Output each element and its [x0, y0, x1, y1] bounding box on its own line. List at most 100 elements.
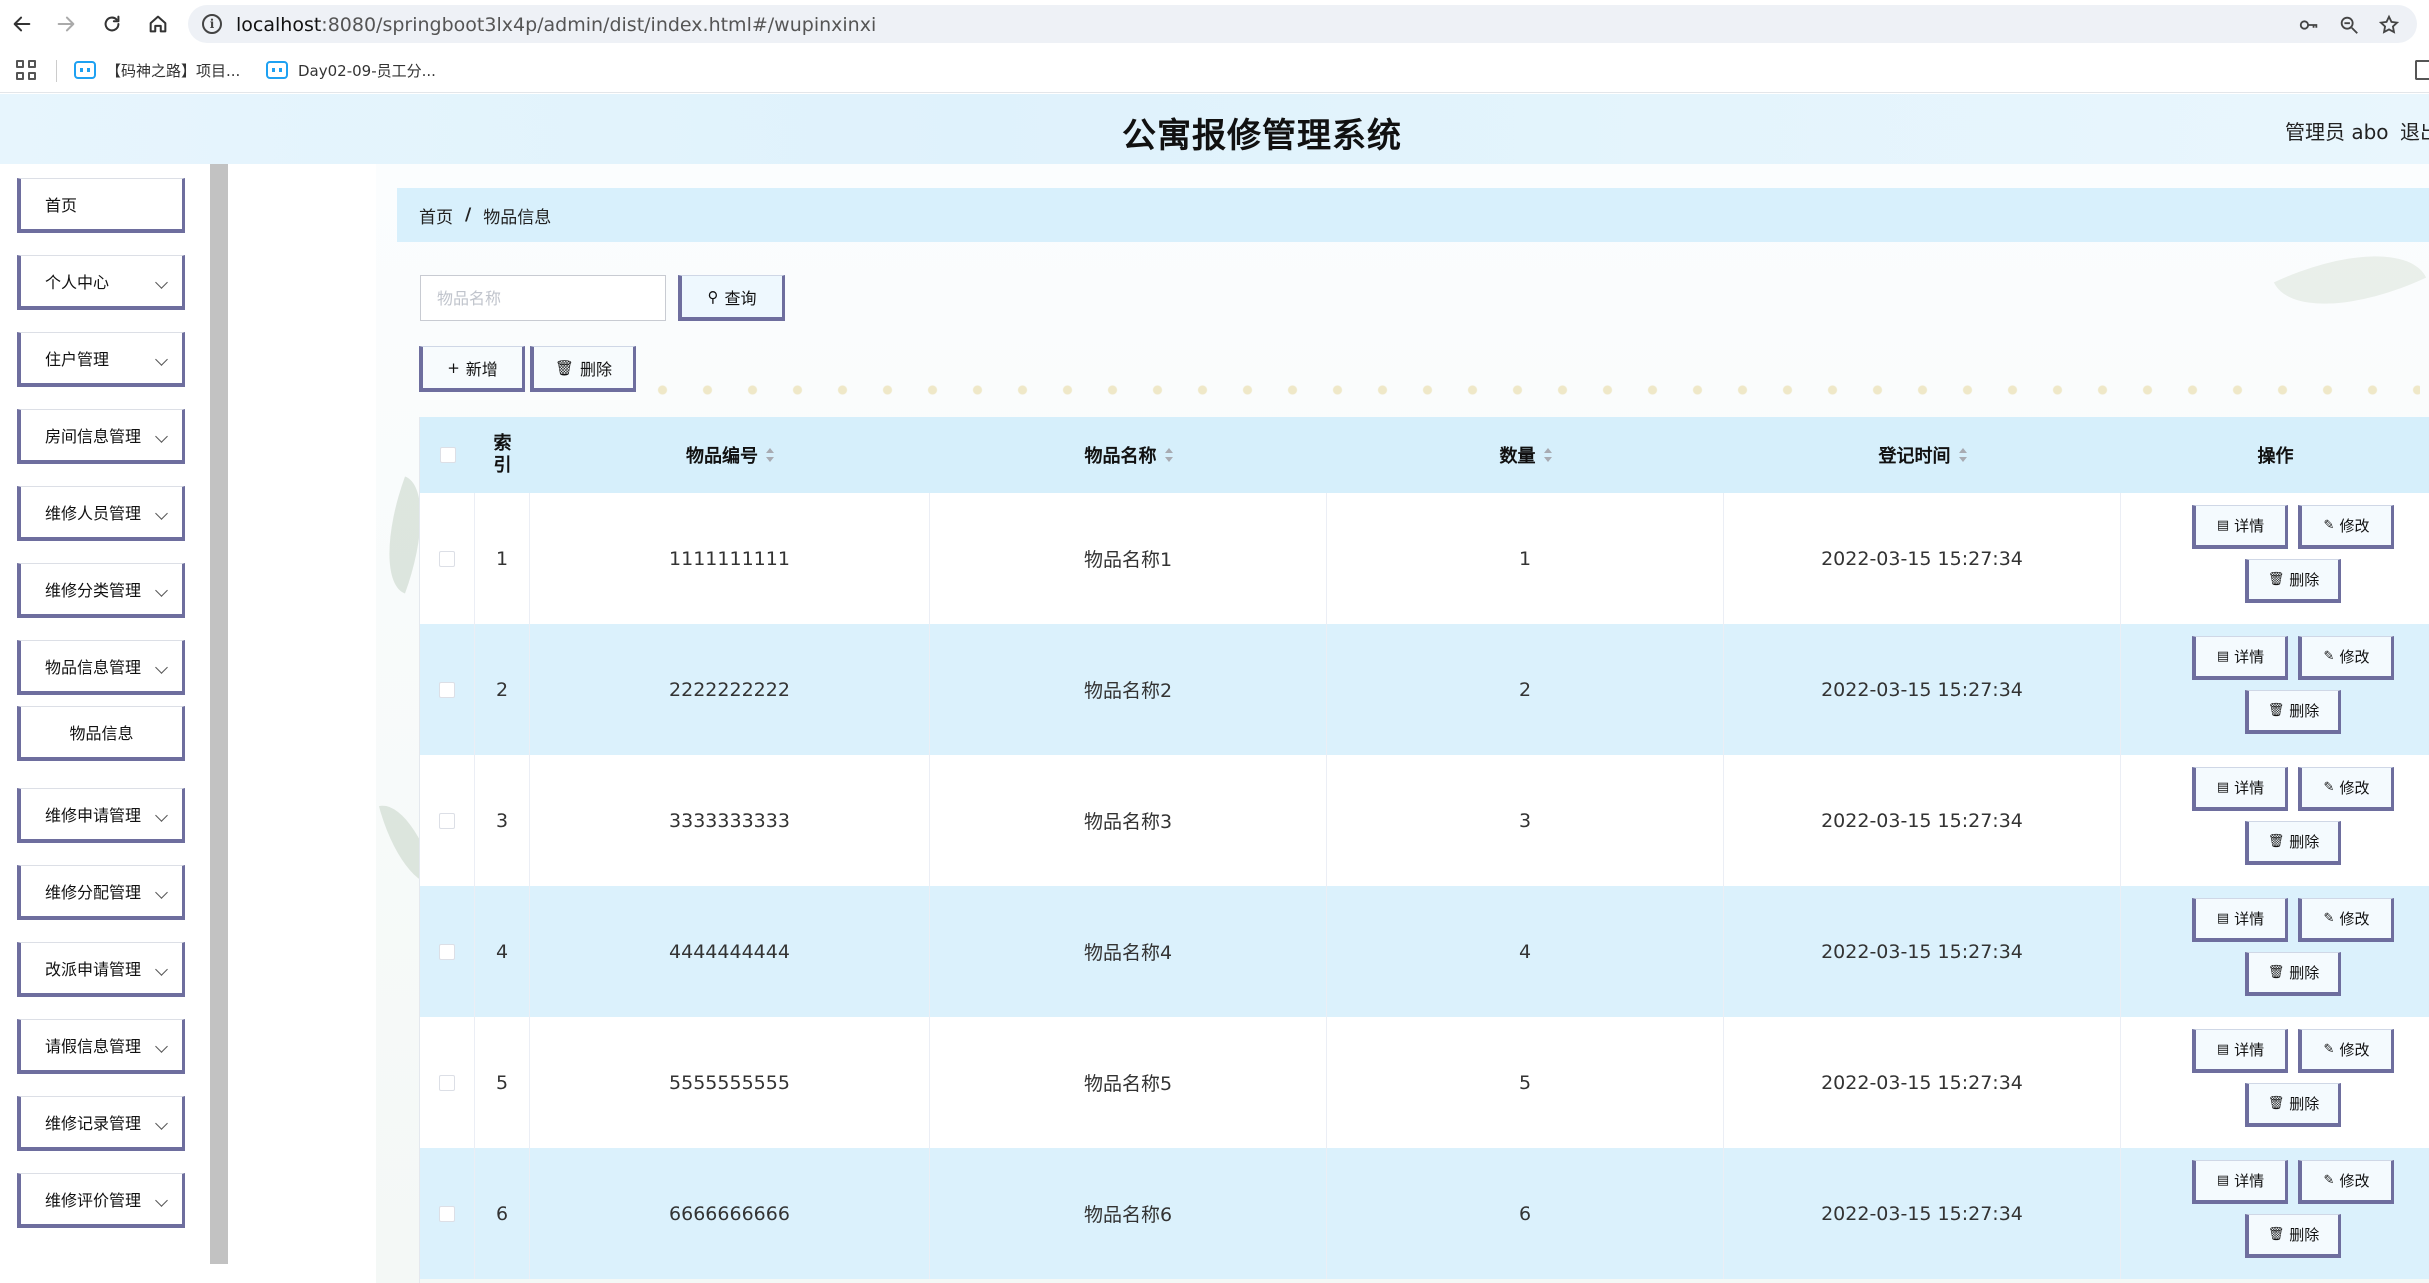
- chevron-down-icon: [155, 661, 168, 674]
- row-checkbox[interactable]: [439, 1074, 455, 1091]
- delete-button[interactable]: 🗑 删除: [2245, 559, 2341, 603]
- apps-grid-icon[interactable]: [16, 60, 36, 80]
- document-icon: ▤: [2216, 780, 2230, 795]
- column-header-code[interactable]: 物品编号: [530, 417, 930, 493]
- edit-button-label: 修改: [2339, 1041, 2370, 1059]
- sidebar-item-room-management[interactable]: 房间信息管理: [17, 409, 185, 464]
- edit-button[interactable]: ✎ 修改: [2298, 636, 2394, 680]
- column-header-ops: 操作: [2121, 417, 2429, 493]
- add-button[interactable]: + 新增: [419, 346, 525, 392]
- sidebar-item-label: 物品信息管理: [45, 658, 142, 677]
- edit-button-label: 修改: [2339, 910, 2370, 928]
- cell-index: 1: [475, 493, 530, 624]
- detail-button[interactable]: ▤ 详情: [2192, 636, 2288, 680]
- sidebar-subitem-item-info[interactable]: 物品信息: [17, 706, 185, 761]
- edit-button[interactable]: ✎ 修改: [2298, 1160, 2394, 1204]
- row-select-cell: [420, 886, 475, 1017]
- cell-time: 2022-03-15 15:27:34: [1724, 1148, 2121, 1279]
- edit-button-label: 修改: [2339, 779, 2370, 797]
- delete-button-label: 删除: [2289, 833, 2320, 851]
- detail-button[interactable]: ▤ 详情: [2192, 898, 2288, 942]
- table-row: 4 4444444444 物品名称4 4 2022-03-15 15:27:34…: [420, 886, 2429, 1017]
- detail-button-label: 详情: [2234, 1041, 2265, 1059]
- sidebar: 首页 个人中心 住户管理 房间信息管理 维修人员管理 维修分类管理 物品信息管理…: [0, 164, 210, 1283]
- sort-icon[interactable]: [1958, 448, 1967, 462]
- sidebar-item-home[interactable]: 首页: [17, 178, 185, 233]
- column-header-quantity[interactable]: 数量: [1327, 417, 1724, 493]
- sidebar-item-repair-category-management[interactable]: 维修分类管理: [17, 563, 185, 618]
- home-button[interactable]: [140, 6, 176, 42]
- sidebar-item-label: 改派申请管理: [45, 960, 142, 979]
- search-icon: ⚲: [707, 287, 719, 306]
- item-name-search-input[interactable]: [420, 275, 666, 321]
- chevron-down-icon: [155, 886, 168, 899]
- detail-button-label: 详情: [2234, 517, 2265, 535]
- other-bookmarks-icon[interactable]: [2415, 60, 2429, 80]
- zoom-icon[interactable]: [2338, 14, 2360, 36]
- plus-icon: +: [447, 358, 460, 377]
- sidebar-item-label: 请假信息管理: [45, 1037, 142, 1056]
- delete-button[interactable]: 🗑 删除: [2245, 690, 2341, 734]
- delete-button[interactable]: 🗑 删除: [2245, 1083, 2341, 1127]
- sidebar-scrollbar[interactable]: [210, 164, 228, 1264]
- row-checkbox[interactable]: [439, 812, 455, 829]
- sidebar-item-repair-assignment-management[interactable]: 维修分配管理: [17, 865, 185, 920]
- edit-button[interactable]: ✎ 修改: [2298, 505, 2394, 549]
- table-header: 索引 物品编号 物品名称 数量 登记时间 操作: [420, 417, 2429, 493]
- row-select-cell: [420, 1017, 475, 1148]
- row-checkbox[interactable]: [439, 1205, 455, 1222]
- detail-button[interactable]: ▤ 详情: [2192, 1160, 2288, 1204]
- sidebar-item-repair-record-management[interactable]: 维修记录管理: [17, 1096, 185, 1151]
- breadcrumb-home[interactable]: 首页: [419, 203, 453, 228]
- column-header-time[interactable]: 登记时间: [1724, 417, 2121, 493]
- site-info-icon[interactable]: i: [202, 14, 222, 34]
- sidebar-item-repair-staff-management[interactable]: 维修人员管理: [17, 486, 185, 541]
- select-all-checkbox[interactable]: [439, 447, 456, 463]
- table-row: 1 1111111111 物品名称1 1 2022-03-15 15:27:34…: [420, 493, 2429, 624]
- back-button[interactable]: [4, 6, 40, 42]
- chevron-down-icon: [155, 1194, 168, 1207]
- row-checkbox[interactable]: [439, 943, 455, 960]
- detail-button[interactable]: ▤ 详情: [2192, 505, 2288, 549]
- sort-icon[interactable]: [766, 448, 774, 462]
- sidebar-item-personal-center[interactable]: 个人中心: [17, 255, 185, 310]
- bookmark-item[interactable]: Day02-09-员工分...: [266, 58, 436, 82]
- row-checkbox[interactable]: [439, 550, 455, 567]
- sidebar-item-leave-info-management[interactable]: 请假信息管理: [17, 1019, 185, 1074]
- column-header-name[interactable]: 物品名称: [930, 417, 1327, 493]
- bookmark-star-icon[interactable]: [2378, 14, 2400, 36]
- reload-button[interactable]: [94, 6, 130, 42]
- forward-button[interactable]: [48, 6, 84, 42]
- sidebar-item-repair-request-management[interactable]: 维修申请管理: [17, 788, 185, 843]
- sidebar-item-resident-management[interactable]: 住户管理: [17, 332, 185, 387]
- edit-button[interactable]: ✎ 修改: [2298, 898, 2394, 942]
- address-bar[interactable]: i localhost:8080/springboot3lx4p/admin/d…: [188, 5, 2417, 43]
- edit-button[interactable]: ✎ 修改: [2298, 1029, 2394, 1073]
- search-button[interactable]: ⚲ 查询: [678, 275, 785, 321]
- bookmark-item[interactable]: 【码神之路】项目...: [74, 58, 240, 82]
- sidebar-item-label: 维修人员管理: [45, 504, 142, 523]
- sidebar-item-reassign-request-management[interactable]: 改派申请管理: [17, 942, 185, 997]
- trash-icon: 🗑: [2267, 703, 2285, 718]
- document-icon: ▤: [2216, 1042, 2230, 1057]
- delete-button-label: 删除: [2289, 1095, 2320, 1113]
- sort-icon[interactable]: [1543, 448, 1552, 462]
- sidebar-item-label: 维修申请管理: [45, 806, 142, 825]
- trash-icon: 🗑: [2267, 572, 2285, 587]
- password-key-icon[interactable]: [2298, 14, 2320, 36]
- row-checkbox[interactable]: [439, 681, 455, 698]
- detail-button[interactable]: ▤ 详情: [2192, 1029, 2288, 1073]
- bookmark-label: Day02-09-员工分...: [298, 61, 436, 80]
- url-text[interactable]: localhost:8080/springboot3lx4p/admin/dis…: [236, 14, 876, 36]
- detail-button[interactable]: ▤ 详情: [2192, 767, 2288, 811]
- chevron-down-icon: [155, 507, 168, 520]
- edit-button[interactable]: ✎ 修改: [2298, 767, 2394, 811]
- delete-button[interactable]: 🗑 删除: [2245, 821, 2341, 865]
- sort-icon[interactable]: [1164, 448, 1173, 462]
- sidebar-item-item-info-management[interactable]: 物品信息管理: [17, 640, 185, 695]
- bulk-delete-button[interactable]: 🗑 删除: [530, 346, 636, 392]
- delete-button[interactable]: 🗑 删除: [2245, 952, 2341, 996]
- sidebar-item-repair-review-management[interactable]: 维修评价管理: [17, 1173, 185, 1228]
- delete-button[interactable]: 🗑 删除: [2245, 1214, 2341, 1258]
- logout-link[interactable]: 退出: [2400, 116, 2429, 145]
